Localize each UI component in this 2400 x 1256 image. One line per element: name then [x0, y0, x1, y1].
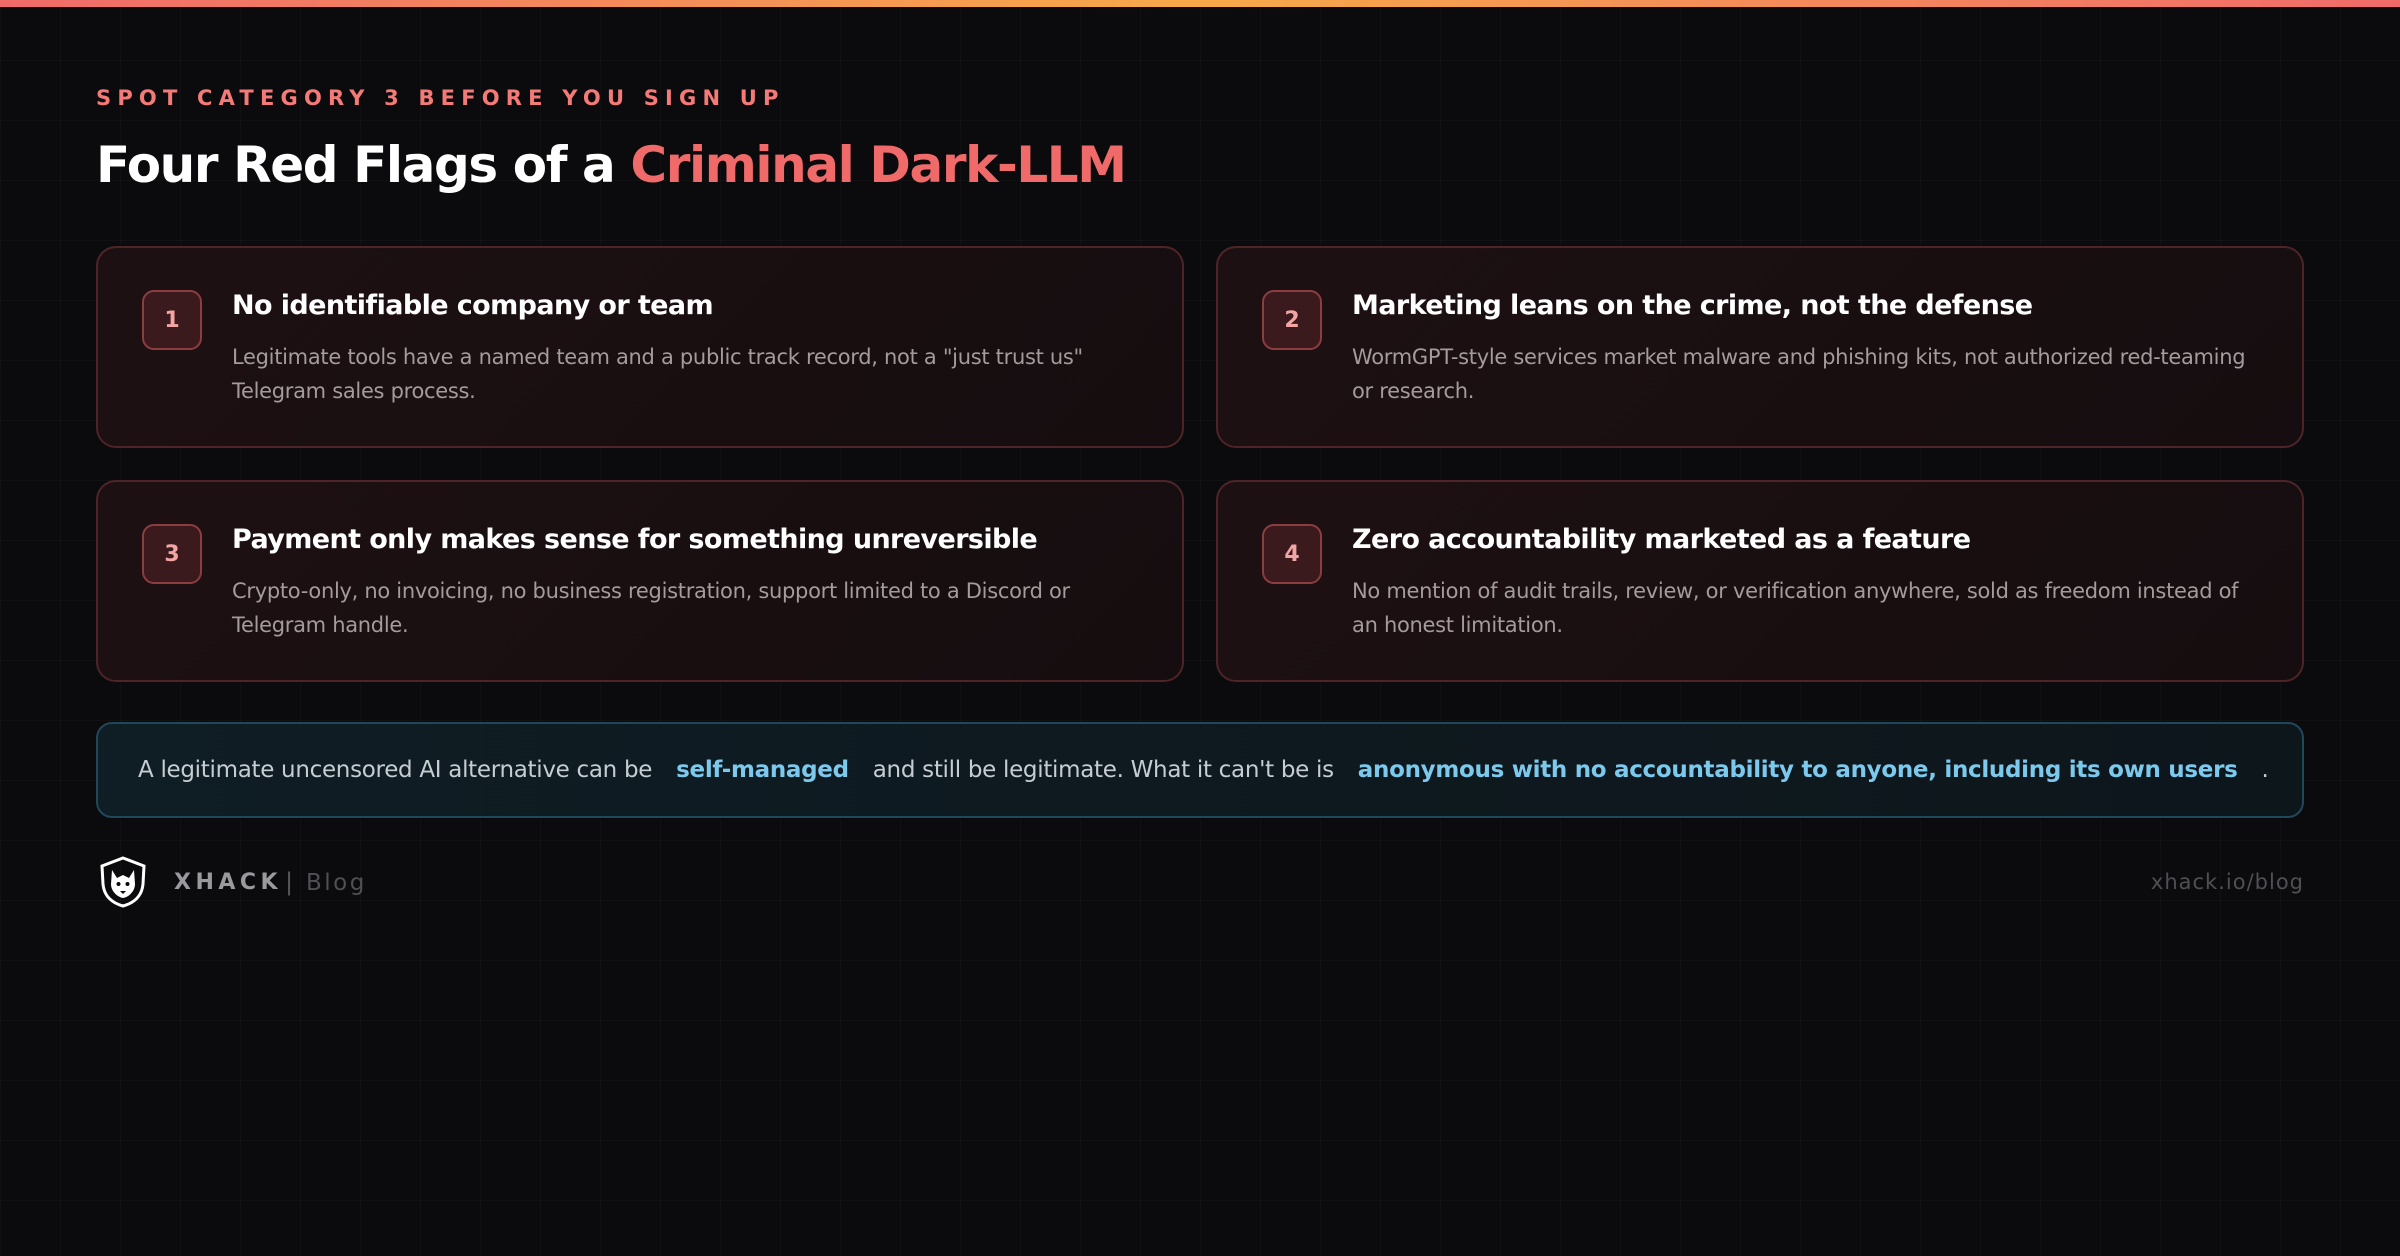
flag-number-badge: 2: [1262, 290, 1322, 350]
flag-title: Marketing leans on the crime, not the de…: [1352, 290, 2033, 321]
flag-description: Legitimate tools have a named team and a…: [232, 345, 1083, 403]
note-text-1: A legitimate uncensored AI alternative c…: [138, 757, 653, 783]
flag-title: No identifiable company or team: [232, 290, 714, 321]
top-gradient-bar: [0, 0, 2400, 7]
flag-number-badge: 4: [1262, 524, 1322, 584]
flag-description: Crypto-only, no invoicing, no business r…: [232, 579, 1070, 637]
wolf-shield-icon: [100, 856, 146, 908]
flag-number-badge: 1: [142, 290, 202, 350]
footer-url-link[interactable]: xhack.io/blog: [2151, 870, 2304, 894]
red-flag-card-3: 3 Payment only makes sense for something…: [96, 480, 1184, 682]
page-title: Four Red Flags of a Criminal Dark-LLM: [96, 136, 1127, 194]
title-accent: Criminal Dark-LLM: [630, 136, 1127, 194]
flag-description: WormGPT-style services market malware an…: [1352, 345, 2246, 403]
note-highlight-self-managed: self-managed: [676, 757, 849, 783]
red-flag-card-4: 4 Zero accountability marketed as a feat…: [1216, 480, 2304, 682]
red-flag-card-1: 1 No identifiable company or team Legiti…: [96, 246, 1184, 448]
red-flag-card-2: 2 Marketing leans on the crime, not the …: [1216, 246, 2304, 448]
note-text-3: .: [2261, 757, 2269, 783]
eyebrow-label: SPOT CATEGORY 3 BEFORE YOU SIGN UP: [96, 86, 785, 110]
flag-title: Zero accountability marketed as a featur…: [1352, 524, 1971, 555]
brand-separator: |: [285, 868, 294, 896]
title-prefix: Four Red Flags of a: [96, 136, 631, 194]
callout-note: A legitimate uncensored AI alternative c…: [96, 722, 2304, 818]
brand-name: XHACK: [174, 870, 283, 895]
flag-title: Payment only makes sense for something u…: [232, 524, 1038, 555]
flag-number-badge: 3: [142, 524, 202, 584]
flag-description: No mention of audit trails, review, or v…: [1352, 579, 2239, 637]
note-text-2: and still be legitimate. What it can't b…: [872, 757, 1334, 783]
brand-section: Blog: [306, 870, 367, 896]
note-highlight-anonymous: anonymous with no accountability to anyo…: [1357, 757, 2238, 783]
